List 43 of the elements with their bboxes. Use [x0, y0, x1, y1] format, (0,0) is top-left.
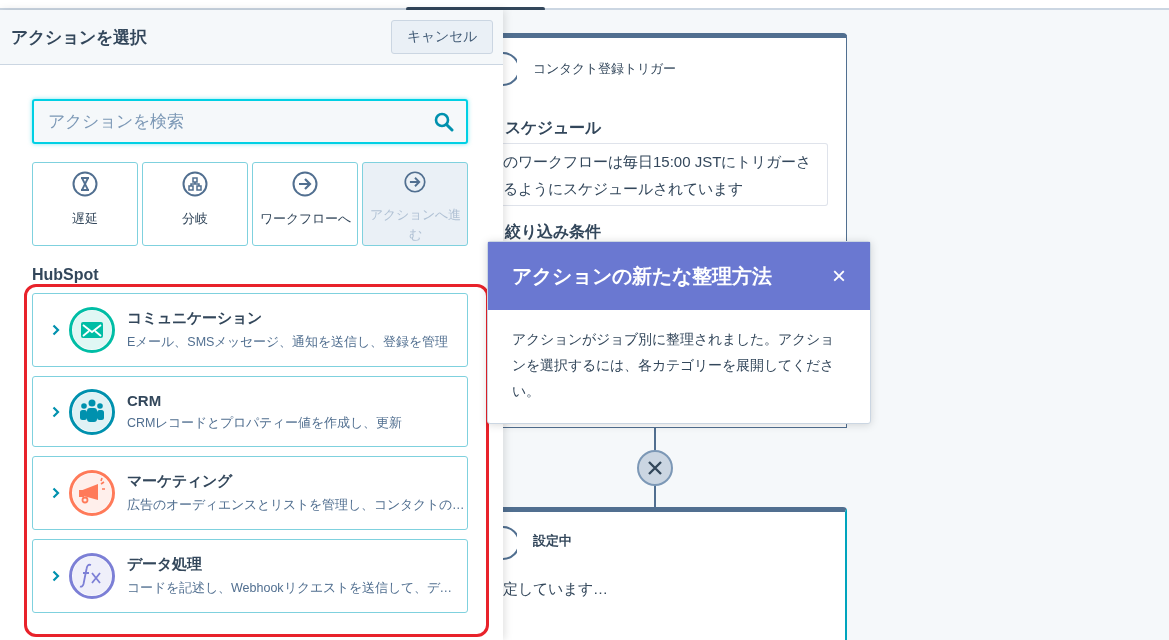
cancel-button[interactable]: キャンセル — [391, 20, 493, 54]
card-title: コンタクト登録トリガー — [533, 60, 676, 78]
chevron-icon — [52, 324, 60, 336]
category-item[interactable]: マーケティング 広告のオーディエンスとリストを管理し、コンタクトの… — [32, 456, 468, 530]
action-tile[interactable]: 遅延 — [32, 162, 138, 246]
search-input[interactable]: アクションを検索 — [46, 101, 434, 142]
section-heading: スケジュール — [505, 118, 601, 138]
formula-icon — [69, 553, 115, 599]
chevron-icon — [52, 570, 60, 582]
popover-title: アクションの新たな整理方法 — [512, 263, 772, 289]
action-tile[interactable]: ワークフローへ — [252, 162, 358, 246]
schedule-text: のワークフローは毎日15:00 JSTにトリガーさ — [503, 151, 813, 172]
section-heading: 絞り込み条件 — [505, 222, 601, 242]
category-item[interactable]: CRM CRMレコードとプロパティー値を作成し、更新 — [32, 376, 468, 447]
search-icon — [434, 111, 454, 132]
close-icon[interactable] — [637, 450, 673, 486]
action-tile[interactable]: 分岐 — [142, 162, 248, 246]
hourglass-icon — [72, 171, 98, 197]
chevron-icon — [52, 487, 60, 499]
panel-title: アクションを選択 — [11, 26, 147, 49]
megaphone-icon — [69, 470, 115, 516]
schedule-text: るようにスケジュールされています — [503, 178, 744, 199]
category-item[interactable]: コミュニケーション Eメール、SMSメッセージ、通知を送信し、登録を管理 — [32, 293, 468, 367]
action-card[interactable]: 設定中 定しています… — [503, 507, 847, 640]
category-description: CRMレコードとプロパティー値を作成し、更新 — [127, 414, 403, 432]
people-icon — [69, 388, 115, 435]
category-title: マーケティング — [127, 472, 234, 491]
popover-text: アクションがジョブ別に整理されました。アクションを選択するには、各カテゴリーを展開してください。 — [512, 330, 835, 401]
branch-icon — [182, 171, 208, 197]
card-title: 設定中 — [533, 532, 572, 550]
search-field[interactable]: アクションを検索 — [32, 99, 468, 144]
category-title: CRM — [127, 391, 163, 409]
section-heading: HubSpot — [32, 266, 100, 284]
category-title: コミュニケーション — [127, 309, 263, 328]
card-text: 定しています… — [503, 580, 608, 599]
category-description: コードを記述し、Webhookリクエストを送信して、デ… — [127, 580, 453, 597]
category-description: 広告のオーディエンスとリストを管理し、コンタクトの… — [127, 497, 465, 514]
category-title: データ処理 — [127, 555, 203, 574]
envelope-icon — [69, 307, 115, 353]
chevron-icon — [52, 405, 60, 418]
close-button[interactable]: × — [832, 264, 846, 288]
category-item[interactable]: データ処理 コードを記述し、Webhookリクエストを送信して、デ… — [32, 539, 468, 613]
category-description: Eメール、SMSメッセージ、通知を送信し、登録を管理 — [127, 334, 449, 351]
